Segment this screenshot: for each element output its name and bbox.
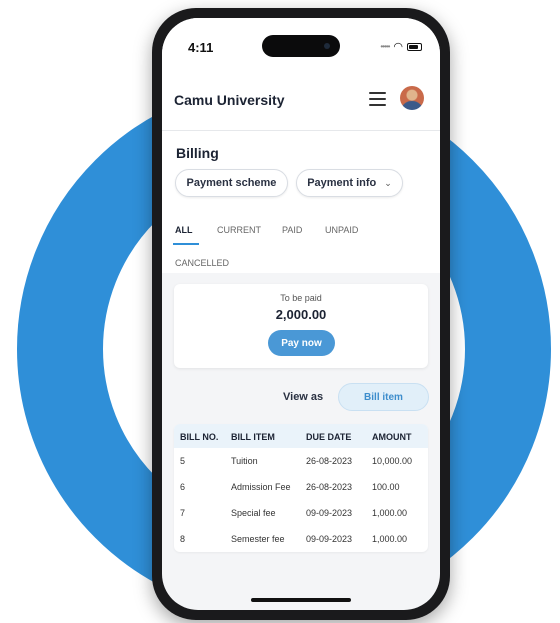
payment-scheme-label: Payment scheme — [186, 177, 277, 189]
wifi-icon: ◠ — [393, 41, 403, 53]
view-as-label: View as — [283, 391, 324, 403]
payment-scheme-button[interactable]: Payment scheme — [175, 169, 288, 197]
table-row[interactable]: 8 Semester fee 09-09-2023 1,000.00 — [174, 526, 428, 552]
billing-title: Billing — [176, 145, 219, 161]
cell-amount: 1,000.00 — [372, 534, 408, 544]
to-be-paid-amount: 2,000.00 — [275, 307, 327, 322]
table-row[interactable]: 7 Special fee 09-09-2023 1,000.00 — [174, 500, 428, 526]
payment-info-button[interactable]: Payment info ⌄ — [296, 169, 403, 197]
active-tab-indicator — [173, 243, 199, 245]
status-bar: 4:11 ••••• ◠ — [162, 18, 440, 68]
table-row[interactable]: 6 Admission Fee 26-08-2023 100.00 — [174, 474, 428, 500]
cell-bill-item: Semester fee — [231, 534, 285, 544]
to-be-paid-label: To be paid — [280, 293, 322, 303]
phone-screen: 4:11 ••••• ◠ Camu University Billing Pay… — [162, 18, 440, 610]
to-be-paid-card: To be paid 2,000.00 Pay now — [174, 284, 428, 368]
cell-bill-no: 7 — [180, 508, 186, 518]
payment-info-label: Payment info — [307, 177, 377, 189]
signal-icon: ••••• — [380, 42, 390, 51]
cell-due-date: 09-09-2023 — [306, 508, 353, 518]
tab-current[interactable]: CURRENT — [217, 225, 261, 235]
battery-icon — [407, 42, 422, 51]
status-time: 4:11 — [188, 40, 214, 55]
cell-due-date: 09-09-2023 — [306, 534, 353, 544]
cell-amount: 100.00 — [372, 482, 400, 492]
tab-all[interactable]: ALL — [175, 225, 193, 235]
cell-bill-item: Admission Fee — [231, 482, 291, 492]
cell-bill-item: Special fee — [231, 508, 276, 518]
cell-bill-no: 5 — [180, 456, 186, 466]
avatar[interactable] — [400, 86, 424, 110]
home-indicator[interactable] — [251, 598, 351, 602]
cell-due-date: 26-08-2023 — [306, 482, 353, 492]
header-bill-item: BILL ITEM — [231, 432, 275, 442]
chevron-down-icon: ⌄ — [384, 177, 392, 188]
bill-item-toggle[interactable]: Bill item — [338, 383, 429, 411]
phone-frame: 4:11 ••••• ◠ Camu University Billing Pay… — [152, 8, 450, 620]
tab-unpaid[interactable]: UNPAID — [325, 225, 358, 235]
billing-panel: Billing Payment scheme Payment info ⌄ AL… — [162, 131, 440, 273]
pay-now-button[interactable]: Pay now — [268, 330, 335, 356]
camera-dot — [324, 43, 330, 49]
bill-table: BILL NO. BILL ITEM DUE DATE AMOUNT 5 Tui… — [174, 424, 428, 552]
cell-due-date: 26-08-2023 — [306, 456, 353, 466]
table-row[interactable]: 5 Tuition 26-08-2023 10,000.00 — [174, 448, 428, 474]
status-icons: ••••• ◠ — [380, 40, 422, 53]
tab-paid[interactable]: PAID — [282, 225, 302, 235]
tab-cancelled[interactable]: CANCELLED — [175, 258, 229, 268]
header-amount: AMOUNT — [372, 432, 412, 442]
header-due-date: DUE DATE — [306, 432, 352, 442]
header-bill-no: BILL NO. — [180, 432, 219, 442]
cell-bill-item: Tuition — [231, 456, 258, 466]
dynamic-island — [262, 35, 340, 57]
table-header: BILL NO. BILL ITEM DUE DATE AMOUNT — [174, 424, 428, 448]
cell-bill-no: 8 — [180, 534, 186, 544]
cell-amount: 1,000.00 — [372, 508, 408, 518]
hamburger-icon[interactable] — [369, 92, 386, 106]
app-header: Camu University — [162, 68, 440, 131]
cell-bill-no: 6 — [180, 482, 186, 492]
app-title: Camu University — [174, 92, 285, 108]
cell-amount: 10,000.00 — [372, 456, 413, 466]
